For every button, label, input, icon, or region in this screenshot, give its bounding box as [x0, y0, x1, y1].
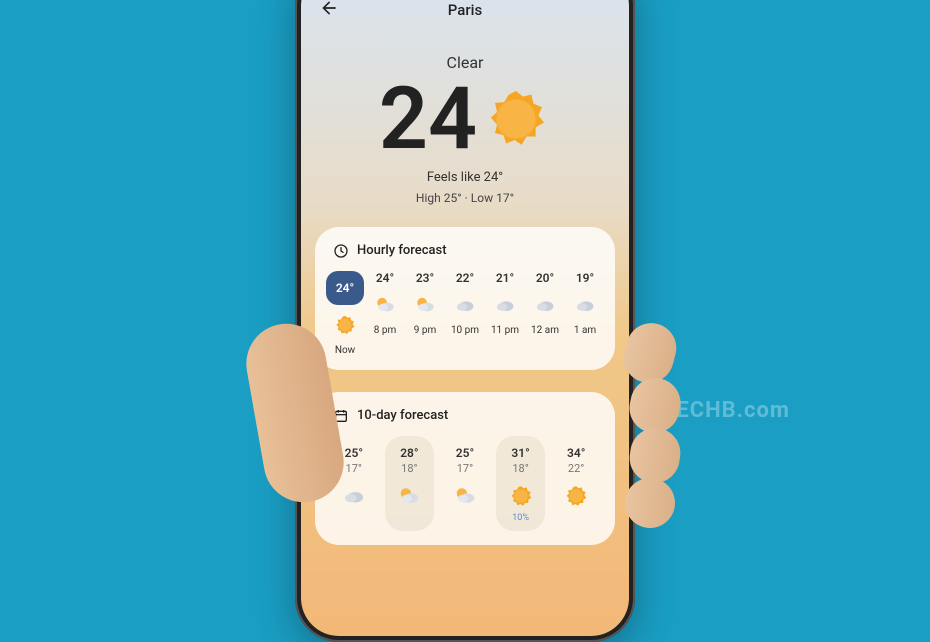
- header: Paris: [301, 0, 629, 35]
- hourly-forecast-card[interactable]: Hourly forecast 24° Now 24° 8 pm 23° 9 pm 22° 1…: [315, 227, 615, 370]
- arrow-left-icon: [319, 0, 339, 18]
- hour-item[interactable]: 21° 11 pm: [487, 271, 523, 356]
- hour-item[interactable]: 22° 10 pm: [447, 271, 483, 356]
- day-high: 31°: [511, 446, 529, 460]
- hour-label: 11 pm: [491, 325, 519, 336]
- cloud-icon: [573, 293, 597, 317]
- partly-icon: [452, 483, 478, 509]
- day-high: 25°: [345, 446, 363, 460]
- hour-temp: 23°: [416, 271, 434, 285]
- hour-temp: 21°: [496, 271, 514, 285]
- sun-icon: [563, 483, 589, 509]
- clock-icon: [333, 243, 349, 259]
- sun-icon: [333, 313, 357, 337]
- hour-label: 12 am: [531, 325, 559, 336]
- phone-frame: Paris Clear 24 Feels like 24° High 25° ·…: [295, 0, 635, 642]
- day-item[interactable]: 31° 18° 10%: [496, 436, 546, 531]
- sun-icon: [508, 483, 534, 509]
- hour-label: Now: [335, 345, 355, 356]
- hour-item[interactable]: 19° 1 am: [567, 271, 603, 356]
- day-low: 18°: [401, 462, 417, 475]
- cloud-icon: [493, 293, 517, 317]
- hour-temp: 24°: [376, 271, 394, 285]
- feels-like: Feels like 24°: [301, 170, 629, 185]
- high-low: High 25° · Low 17°: [301, 191, 629, 205]
- location-title: Paris: [448, 1, 482, 19]
- main-temperature: 24: [379, 76, 477, 162]
- hourly-title: Hourly forecast: [357, 243, 447, 258]
- hour-temp: 22°: [456, 271, 474, 285]
- cloud-icon: [533, 293, 557, 317]
- day-high: 28°: [400, 446, 418, 460]
- day-high: 25°: [456, 446, 474, 460]
- partly-icon: [413, 293, 437, 317]
- day-low: 17°: [457, 462, 473, 475]
- hour-label: 9 pm: [414, 325, 437, 336]
- day-high: 34°: [567, 446, 585, 460]
- day-item[interactable]: 28°18°: [385, 436, 435, 531]
- daily-forecast-card[interactable]: 10-day forecast 25°17°28°18°25°17°31°18°…: [315, 392, 615, 545]
- day-low: 17°: [346, 462, 362, 475]
- day-item[interactable]: 25°17°: [440, 436, 490, 531]
- hour-item[interactable]: 24° Now: [327, 271, 363, 356]
- main-temperature-row: 24: [301, 76, 629, 162]
- sun-icon: [481, 84, 551, 154]
- daily-title: 10-day forecast: [357, 408, 448, 423]
- hour-item[interactable]: 23° 9 pm: [407, 271, 443, 356]
- day-low: 22°: [568, 462, 584, 475]
- day-low: 18°: [512, 462, 528, 475]
- day-item[interactable]: 34°22°: [551, 436, 601, 531]
- partly-icon: [396, 483, 422, 509]
- hour-label: 1 am: [574, 325, 596, 336]
- back-button[interactable]: [319, 0, 339, 23]
- cloud-icon: [341, 483, 367, 509]
- hourly-header: Hourly forecast: [323, 243, 607, 271]
- daily-row: 25°17°28°18°25°17°31°18°10%34°22°: [323, 436, 607, 531]
- day-precip: 10%: [512, 513, 529, 523]
- screen: Paris Clear 24 Feels like 24° High 25° ·…: [301, 0, 629, 636]
- hour-item[interactable]: 20° 12 am: [527, 271, 563, 356]
- hour-item[interactable]: 24° 8 pm: [367, 271, 403, 356]
- hour-temp: 20°: [536, 271, 554, 285]
- daily-header: 10-day forecast: [323, 408, 607, 436]
- partly-icon: [373, 293, 397, 317]
- hourly-row: 24° Now 24° 8 pm 23° 9 pm 22° 10 pm 21° 11 pm 20° 1…: [323, 271, 607, 356]
- cloud-icon: [453, 293, 477, 317]
- hour-label: 8 pm: [374, 325, 397, 336]
- hour-temp: 24°: [326, 271, 364, 305]
- hour-label: 10 pm: [451, 325, 479, 336]
- hour-temp: 19°: [576, 271, 594, 285]
